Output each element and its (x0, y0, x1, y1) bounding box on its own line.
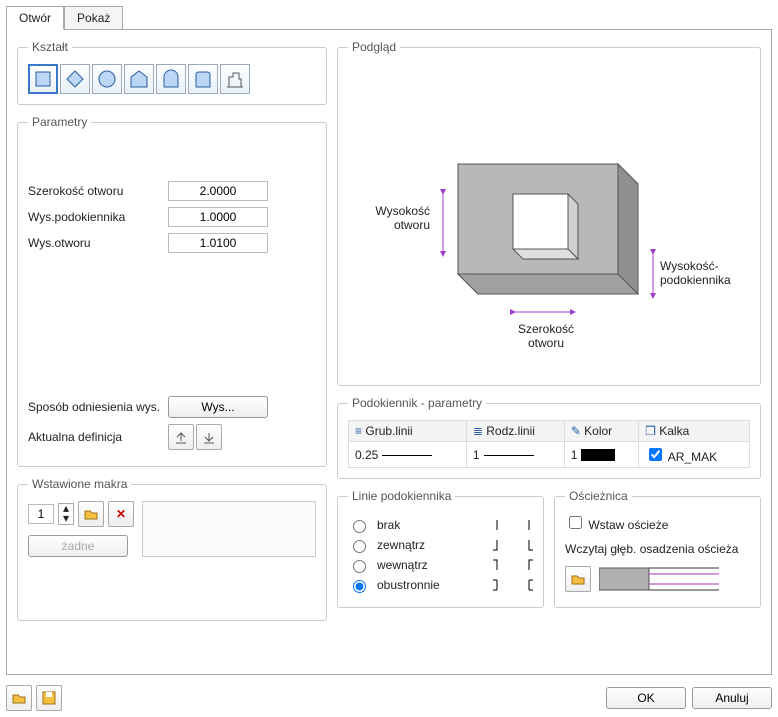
shape-diamond[interactable] (60, 64, 90, 94)
col-line-type: ≣ Rodz.linii (466, 421, 564, 442)
params-group: Parametry Szerokość otworu Wys.podokienn… (17, 115, 327, 467)
sill-lines-group: Linie podokiennika brak zewnątrz wewnątr… (337, 489, 544, 608)
radio-inside[interactable] (353, 560, 366, 573)
spin-down-icon[interactable]: ▾ (59, 514, 73, 524)
shape-legend: Kształt (28, 40, 72, 54)
tab-opening[interactable]: Otwór (6, 6, 64, 30)
ok-button[interactable]: OK (606, 687, 686, 709)
frame-open-icon[interactable] (565, 566, 591, 592)
col-layer: ❒ Kalka (639, 421, 750, 442)
preview-width-label: Szerokość otworu (506, 322, 586, 350)
cancel-button[interactable]: Anuluj (692, 687, 772, 709)
label-sill-height: Wys.podokiennika (28, 210, 168, 224)
ref-button[interactable]: Wys... (168, 396, 268, 418)
shape-rect[interactable] (28, 64, 58, 94)
macros-legend: Wstawione makra (28, 477, 131, 491)
label-ref-method: Sposób odniesienia wys. (28, 400, 168, 414)
params-legend: Parametry (28, 115, 91, 129)
frame-legend: Ościeżnica (565, 489, 632, 503)
preview-sill-label: Wysokość-podokiennika (660, 259, 760, 287)
shape-pentagon[interactable] (124, 64, 154, 94)
shape-group: Kształt (17, 40, 327, 105)
sill-lines-legend: Linie podokiennika (348, 489, 455, 503)
label-opening-height: Wys.otworu (28, 236, 168, 250)
input-sill-height[interactable] (168, 207, 268, 227)
frame-preview-icon (599, 564, 719, 594)
col-color: ✎ Kolor (564, 421, 638, 442)
macro-preview (142, 501, 316, 557)
table-row: 0.25 1 1 AR_MAK (349, 442, 750, 468)
shape-circle[interactable] (92, 64, 122, 94)
sill-params-table[interactable]: ≡ Grub.linii ≣ Rodz.linii ✎ Kolor ❒ Kalk… (348, 420, 750, 468)
layer-checkbox[interactable] (649, 448, 662, 461)
tab-show[interactable]: Pokaż (64, 6, 123, 30)
preview-height-label: Wysokość otworu (360, 204, 430, 232)
radio-both[interactable] (353, 580, 366, 593)
col-line-width: ≡ Grub.linii (349, 421, 467, 442)
frame-group: Ościeżnica Wstaw ościeże Wczytaj głęb. o… (554, 489, 761, 608)
sill-params-legend: Podokiennik - parametry (348, 396, 486, 410)
footer-open-icon[interactable] (6, 685, 32, 711)
sill-params-group: Podokiennik - parametry ≡ Grub.linii ≣ R… (337, 396, 761, 479)
label-width: Szerokość otworu (28, 184, 168, 198)
macros-group: Wstawione makra ▴ ▾ ✕ żadne (17, 477, 327, 621)
radio-none[interactable] (353, 520, 366, 533)
radio-outside[interactable] (353, 540, 366, 553)
macro-open-icon[interactable] (78, 501, 104, 527)
shape-rounded[interactable] (188, 64, 218, 94)
footer-save-icon[interactable] (36, 685, 62, 711)
input-opening-height[interactable] (168, 233, 268, 253)
shape-custom[interactable] (220, 64, 250, 94)
insert-frame-checkbox[interactable] (569, 516, 582, 529)
shape-arch[interactable] (156, 64, 186, 94)
frame-depth-label: Wczytaj głęb. osadzenia ościeża (565, 542, 750, 556)
label-current-def: Aktualna definicja (28, 430, 168, 444)
def-down-icon[interactable] (196, 424, 222, 450)
def-up-icon[interactable] (168, 424, 194, 450)
preview-legend: Podgląd (348, 40, 400, 54)
macro-count[interactable] (28, 504, 54, 524)
preview-group: Podgląd Wysok (337, 40, 761, 386)
macro-delete-icon[interactable]: ✕ (108, 501, 134, 527)
macro-none-button: żadne (28, 535, 128, 557)
input-width[interactable] (168, 181, 268, 201)
